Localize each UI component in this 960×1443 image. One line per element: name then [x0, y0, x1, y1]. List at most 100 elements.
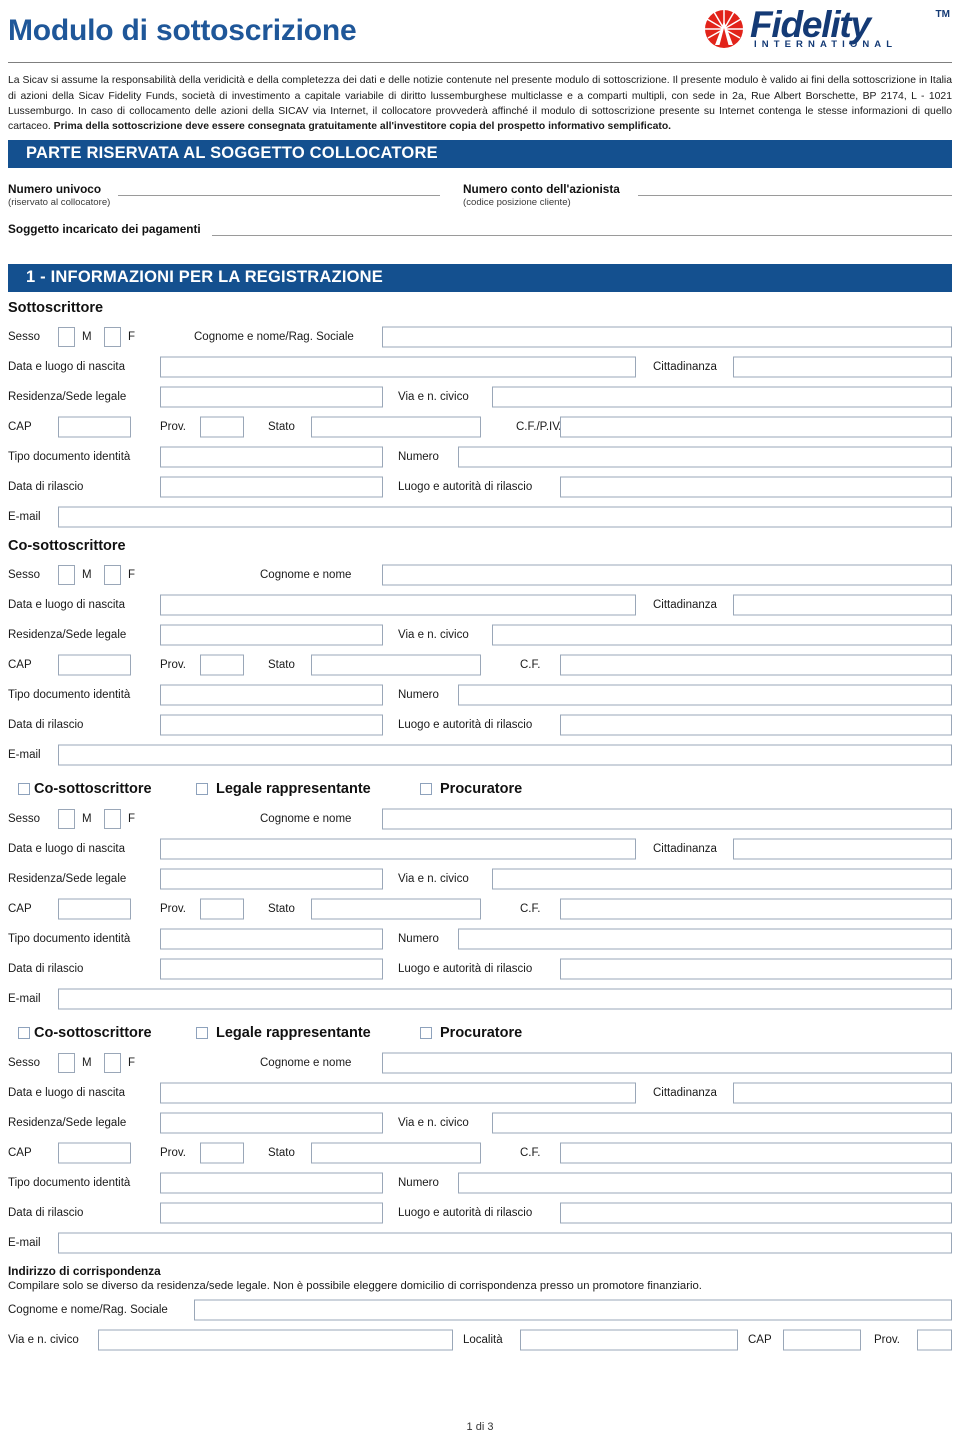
residenza-input-co-sottoscrittore[interactable]	[160, 624, 383, 646]
stato-input-rappresentante-2[interactable]	[311, 1142, 481, 1164]
luogo-autorita-input-rappresentante-2[interactable]	[560, 1202, 952, 1224]
correspondence-via-input[interactable]	[98, 1329, 453, 1351]
sesso-m-label: M	[82, 1057, 92, 1070]
sesso-m-checkbox-rappresentante-1[interactable]	[58, 809, 75, 830]
cap-input-rappresentante-1[interactable]	[58, 898, 131, 920]
sesso-label: Sesso	[8, 569, 40, 582]
cittadinanza-input-co-sottoscrittore[interactable]	[733, 594, 952, 616]
cf-input-co-sottoscrittore[interactable]	[560, 654, 952, 676]
numero-univoco-input[interactable]	[118, 195, 440, 197]
row-cap-sottoscrittore: CAP Prov. Stato C.F./P.IVA	[8, 412, 952, 442]
sesso-label: Sesso	[8, 331, 40, 344]
via-civico-input-rappresentante-1[interactable]	[492, 868, 952, 890]
nome-input-sottoscrittore[interactable]	[382, 326, 952, 348]
sesso-f-checkbox-co-sottoscrittore[interactable]	[104, 565, 121, 586]
cap-label: CAP	[8, 421, 32, 434]
sesso-m-checkbox-sottoscrittore[interactable]	[58, 327, 75, 348]
role-label-procuratore: Procuratore	[440, 1025, 523, 1042]
residenza-input-rappresentante-2[interactable]	[160, 1112, 383, 1134]
via-civico-input-co-sottoscrittore[interactable]	[492, 624, 952, 646]
role-checkbox-procuratore-rappresentante-1[interactable]	[420, 783, 432, 796]
nome-input-rappresentante-1[interactable]	[382, 808, 952, 830]
correspondence-prov-input[interactable]	[917, 1329, 952, 1351]
luogo-autorita-input-sottoscrittore[interactable]	[560, 476, 952, 498]
data-rilascio-input-sottoscrittore[interactable]	[160, 476, 383, 498]
correspondence-cognome-input[interactable]	[194, 1299, 952, 1321]
via-civico-input-rappresentante-2[interactable]	[492, 1112, 952, 1134]
cf-input-sottoscrittore[interactable]	[560, 416, 952, 438]
sesso-m-label: M	[82, 569, 92, 582]
row-rilascio-sottoscrittore: Data di rilascio Luogo e autorità di rila…	[8, 472, 952, 502]
nome-input-rappresentante-2[interactable]	[382, 1052, 952, 1074]
role-checkbox-legale-rappresentante-rappresentante-2[interactable]	[196, 1027, 208, 1040]
stato-input-sottoscrittore[interactable]	[311, 416, 481, 438]
tipo-documento-input-co-sottoscrittore[interactable]	[160, 684, 383, 706]
cap-input-sottoscrittore[interactable]	[58, 416, 131, 438]
email-input-rappresentante-2[interactable]	[58, 1232, 952, 1254]
cf-label-rappresentante-2: C.F.	[520, 1147, 541, 1160]
numero-conto-input[interactable]	[638, 195, 952, 197]
cittadinanza-input-rappresentante-2[interactable]	[733, 1082, 952, 1104]
prov-input-rappresentante-1[interactable]	[200, 898, 244, 920]
numero-input-rappresentante-2[interactable]	[458, 1172, 952, 1194]
cittadinanza-input-sottoscrittore[interactable]	[733, 356, 952, 378]
correspondence-localita-label: Località	[463, 1334, 503, 1347]
role-checkbox-co-sottoscrittore-rappresentante-1[interactable]	[18, 783, 30, 796]
stato-input-co-sottoscrittore[interactable]	[311, 654, 481, 676]
data-rilascio-input-rappresentante-2[interactable]	[160, 1202, 383, 1224]
data-luogo-nascita-input-sottoscrittore[interactable]	[160, 356, 636, 378]
tipo-documento-input-rappresentante-1[interactable]	[160, 928, 383, 950]
sesso-f-checkbox-sottoscrittore[interactable]	[104, 327, 121, 348]
correspondence-cap-input[interactable]	[783, 1329, 861, 1351]
cap-input-co-sottoscrittore[interactable]	[58, 654, 131, 676]
data-luogo-nascita-input-rappresentante-2[interactable]	[160, 1082, 636, 1104]
role-checkbox-co-sottoscrittore-rappresentante-2[interactable]	[18, 1027, 30, 1040]
role-checkbox-procuratore-rappresentante-2[interactable]	[420, 1027, 432, 1040]
sesso-m-checkbox-rappresentante-2[interactable]	[58, 1053, 75, 1074]
cap-input-rappresentante-2[interactable]	[58, 1142, 131, 1164]
nome-input-co-sottoscrittore[interactable]	[382, 564, 952, 586]
cf-input-rappresentante-1[interactable]	[560, 898, 952, 920]
data-rilascio-input-rappresentante-1[interactable]	[160, 958, 383, 980]
numero-input-co-sottoscrittore[interactable]	[458, 684, 952, 706]
numero-input-sottoscrittore[interactable]	[458, 446, 952, 468]
via-civico-input-sottoscrittore[interactable]	[492, 386, 952, 408]
sesso-f-checkbox-rappresentante-2[interactable]	[104, 1053, 121, 1074]
cf-input-rappresentante-2[interactable]	[560, 1142, 952, 1164]
prov-input-sottoscrittore[interactable]	[200, 416, 244, 438]
numero-input-rappresentante-1[interactable]	[458, 928, 952, 950]
person-heading-co-sottoscrittore: Co-sottoscrittore	[8, 538, 126, 555]
residenza-input-rappresentante-1[interactable]	[160, 868, 383, 890]
role-checkbox-legale-rappresentante-rappresentante-1[interactable]	[196, 783, 208, 796]
data-rilascio-label: Data di rilascio	[8, 963, 84, 976]
tipo-documento-input-sottoscrittore[interactable]	[160, 446, 383, 468]
residenza-input-sottoscrittore[interactable]	[160, 386, 383, 408]
row-residenza-rappresentante-1: Residenza/Sede legale Via e n. civico	[8, 864, 952, 894]
email-input-sottoscrittore[interactable]	[58, 506, 952, 528]
sesso-m-checkbox-co-sottoscrittore[interactable]	[58, 565, 75, 586]
data-luogo-nascita-input-rappresentante-1[interactable]	[160, 838, 636, 860]
email-label: E-mail	[8, 1237, 41, 1250]
cittadinanza-input-rappresentante-1[interactable]	[733, 838, 952, 860]
luogo-autorita-input-co-sottoscrittore[interactable]	[560, 714, 952, 736]
person-block-rappresentante-1: Co-sottoscrittore Legale rappresentante Pr…	[8, 776, 952, 1014]
soggetto-pagamenti-input[interactable]	[212, 235, 952, 237]
cittadinanza-label: Cittadinanza	[653, 843, 717, 856]
data-rilascio-input-co-sottoscrittore[interactable]	[160, 714, 383, 736]
correspondence-title: Indirizzo di corrispondenza	[8, 1264, 161, 1279]
tipo-documento-input-rappresentante-2[interactable]	[160, 1172, 383, 1194]
nome-label-rappresentante-1: Cognome e nome	[260, 813, 352, 826]
data-luogo-nascita-input-co-sottoscrittore[interactable]	[160, 594, 636, 616]
luogo-autorita-input-rappresentante-1[interactable]	[560, 958, 952, 980]
row-email-rappresentante-1: E-mail	[8, 984, 952, 1014]
email-input-co-sottoscrittore[interactable]	[58, 744, 952, 766]
correspondence-localita-input[interactable]	[520, 1329, 738, 1351]
sesso-f-checkbox-rappresentante-1[interactable]	[104, 809, 121, 830]
correspondence-block: Indirizzo di corrispondenza Compilare so…	[8, 1264, 952, 1355]
stato-input-rappresentante-1[interactable]	[311, 898, 481, 920]
prov-input-rappresentante-2[interactable]	[200, 1142, 244, 1164]
luogo-autorita-label: Luogo e autorità di rilascio	[398, 719, 533, 732]
prov-input-co-sottoscrittore[interactable]	[200, 654, 244, 676]
email-label: E-mail	[8, 511, 41, 524]
email-input-rappresentante-1[interactable]	[58, 988, 952, 1010]
